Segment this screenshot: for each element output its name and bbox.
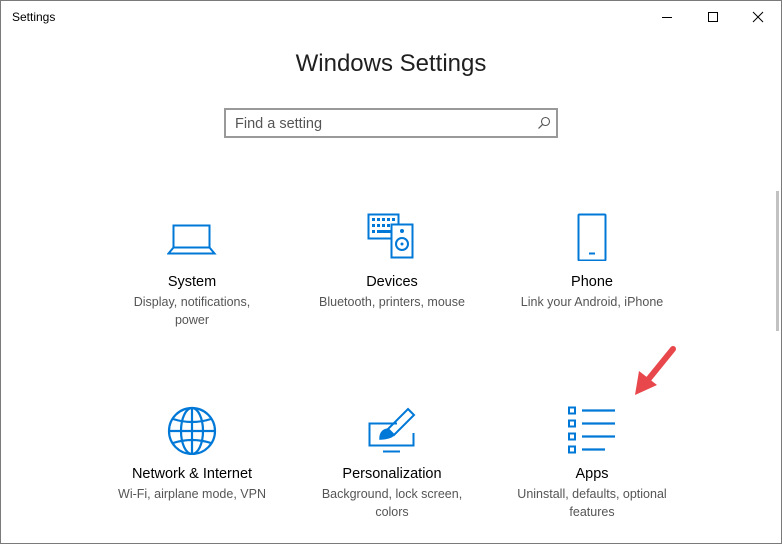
tile-system[interactable]: System Display, notifications, power — [97, 211, 287, 336]
tile-description: features — [569, 505, 615, 519]
tile-description: Link your Android, iPhone — [520, 295, 664, 309]
tile-title: Devices — [366, 274, 418, 290]
title-bar[interactable]: Settings — [1, 1, 781, 33]
tile-description: Background, lock screen, — [321, 487, 463, 501]
search-box[interactable] — [224, 108, 558, 138]
laptop-icon — [167, 211, 217, 261]
phone-icon — [567, 211, 617, 261]
search-icon[interactable] — [537, 116, 551, 135]
tile-description: Display, notifications, — [133, 295, 251, 309]
tile-description: colors — [375, 505, 409, 519]
minimize-button[interactable] — [644, 1, 690, 32]
apps-list-icon — [567, 405, 617, 455]
annotation-arrow-icon — [629, 343, 679, 406]
tile-personalization[interactable]: Personalization Background, lock screen,… — [297, 405, 487, 530]
window-title: Settings — [12, 10, 56, 24]
close-icon — [752, 11, 764, 22]
tile-title: Apps — [575, 466, 609, 482]
tile-title: System — [167, 274, 217, 290]
tile-apps[interactable]: Apps Uninstall, defaults, optional featu… — [497, 405, 687, 530]
tile-description: power — [174, 313, 210, 327]
maximize-button[interactable] — [690, 1, 736, 32]
search-input[interactable] — [235, 115, 525, 133]
tile-description: Wi-Fi, airplane mode, VPN — [118, 487, 266, 501]
paintbrush-icon — [367, 405, 417, 455]
tile-description: Bluetooth, printers, mouse — [319, 295, 465, 309]
tile-description: Uninstall, defaults, optional — [517, 487, 667, 501]
close-button[interactable] — [735, 1, 781, 32]
tile-title: Personalization — [342, 466, 442, 482]
tile-devices[interactable]: Devices Bluetooth, printers, mouse — [297, 211, 487, 321]
settings-window: Settings Windows Settings Find a setting… — [0, 0, 782, 544]
keyboard-speaker-icon — [367, 211, 417, 261]
vertical-scrollbar[interactable] — [776, 191, 779, 331]
page-title: Windows Settings — [295, 50, 487, 77]
tile-title: Network & Internet — [131, 466, 253, 482]
maximize-icon — [708, 11, 718, 22]
globe-icon — [167, 405, 217, 455]
tile-phone[interactable]: Phone Link your Android, iPhone — [497, 211, 687, 321]
minimize-icon — [662, 16, 672, 18]
tile-network-internet[interactable]: Network & Internet Wi-Fi, airplane mode,… — [97, 405, 287, 515]
tile-title: Phone — [571, 274, 613, 290]
